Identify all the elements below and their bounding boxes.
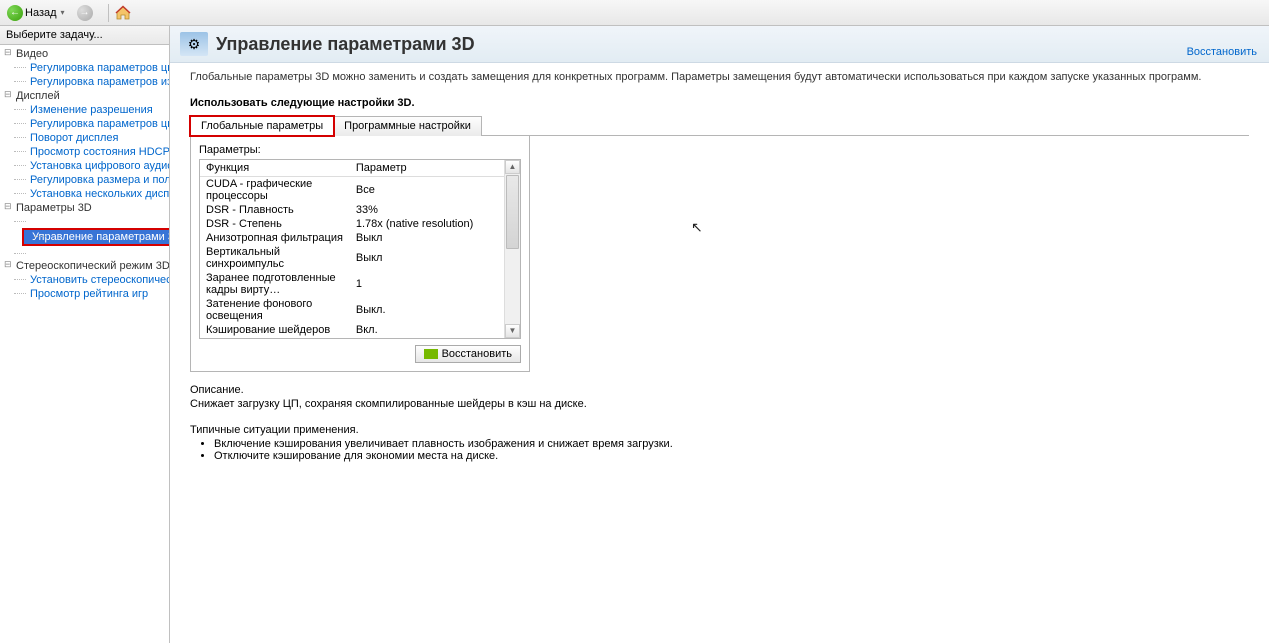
sidebar-header: Выберите задачу... xyxy=(0,26,169,45)
toolbar: ← Назад ▾ → xyxy=(0,0,1269,26)
forward-button[interactable]: → xyxy=(74,3,102,23)
tree-item[interactable]: Просмотр состояния HDCP xyxy=(4,145,169,159)
back-button[interactable]: ← Назад ▾ xyxy=(4,3,72,23)
settings-panel: Параметры: Функция Параметр CUDA - графи… xyxy=(190,136,530,372)
main-container: Выберите задачу... Видео Регулировка пар… xyxy=(0,26,1269,643)
table-row[interactable]: DSR - Плавность33% xyxy=(200,203,504,217)
nvidia-icon xyxy=(424,349,438,359)
cell-function: DSR - Степень xyxy=(200,217,350,231)
cell-parameter: 33% xyxy=(350,203,504,217)
cell-function: Анизотропная фильтрация xyxy=(200,231,350,245)
banner-icon: ⚙ xyxy=(180,32,208,56)
tree-item[interactable]: Настройка конфигур... xyxy=(4,247,169,259)
tree-item[interactable]: Установка цифрового аудио xyxy=(4,159,169,173)
nav-tree: Видео Регулировка параметров цвета для в… xyxy=(0,45,169,303)
table-row[interactable]: Заранее подготовленные кадры вирту…1 xyxy=(200,271,504,297)
list-item: Отключите кэширование для экономии места… xyxy=(214,450,1249,462)
usage-label: Типичные ситуации применения. xyxy=(190,424,1249,436)
table-row[interactable]: CUDA - графические процессорыВсе xyxy=(200,177,504,204)
cell-function: Заранее подготовленные кадры вирту… xyxy=(200,271,350,297)
cell-function: CUDA - графические процессоры xyxy=(200,177,350,204)
tree-item[interactable]: Установить стереоскопический режим 3 xyxy=(4,273,169,287)
scrollbar[interactable]: ▲ ▼ xyxy=(504,160,520,338)
tree-item[interactable]: Регулировка настроек изображения с пр xyxy=(4,215,169,227)
cell-parameter: Все xyxy=(350,177,504,204)
tree-item[interactable]: Регулировка размера и положения рабо xyxy=(4,173,169,187)
table-row[interactable]: Анизотропная фильтрацияВыкл xyxy=(200,231,504,245)
table-row[interactable]: Вертикальный синхроимпульсВыкл xyxy=(200,245,504,271)
cell-function: Максимальное количество заранее под… xyxy=(200,337,350,338)
description-label: Описание. xyxy=(190,384,1249,396)
highlight-box: Управление параметрами 3D xyxy=(22,228,169,246)
tree-item[interactable]: Поворот дисплея xyxy=(4,131,169,145)
home-icon[interactable] xyxy=(115,5,131,21)
col-parameter[interactable]: Параметр xyxy=(350,160,504,177)
dropdown-arrow-icon: ▾ xyxy=(61,8,65,17)
col-function[interactable]: Функция xyxy=(200,160,350,177)
table-row[interactable]: Кэширование шейдеровВкл. xyxy=(200,323,504,337)
cell-function: Затенение фонового освещения xyxy=(200,297,350,323)
tree-group-3d[interactable]: Параметры 3D xyxy=(4,201,169,215)
cell-parameter: Вкл. xyxy=(350,323,504,337)
section-heading: Использовать следующие настройки 3D. xyxy=(190,97,1249,109)
scroll-up-icon[interactable]: ▲ xyxy=(505,160,520,174)
scroll-down-icon[interactable]: ▼ xyxy=(505,324,520,338)
tree-item-selected[interactable]: Управление параметрами 3D xyxy=(24,230,170,244)
tree-item[interactable]: Просмотр рейтинга игр xyxy=(4,287,169,301)
params-grid: Функция Параметр CUDA - графические проц… xyxy=(199,159,521,339)
table-row[interactable]: Максимальное количество заранее под…Испо… xyxy=(200,337,504,338)
scroll-thumb[interactable] xyxy=(506,175,519,249)
content-pane: ⚙ Управление параметрами 3D Восстановить… xyxy=(170,26,1269,643)
tree-item[interactable]: Изменение разрешения xyxy=(4,103,169,117)
tree-item[interactable]: Регулировка параметров цвета для вид xyxy=(4,61,169,75)
toolbar-separator xyxy=(108,4,109,22)
tree-item[interactable]: Установка нескольких дисплеев xyxy=(4,187,169,201)
list-item: Включение кэширования увеличивает плавно… xyxy=(214,438,1249,450)
page-banner: ⚙ Управление параметрами 3D Восстановить xyxy=(170,26,1269,63)
cell-parameter: 1.78x (native resolution) xyxy=(350,217,504,231)
cell-function: Вертикальный синхроимпульс xyxy=(200,245,350,271)
cell-parameter: Использовать настройку 3D-приложения xyxy=(350,337,504,338)
page-description: Глобальные параметры 3D можно заменить и… xyxy=(190,71,1249,83)
tab-global[interactable]: Глобальные параметры xyxy=(190,116,334,136)
description-text: Снижает загрузку ЦП, сохраняя скомпилиро… xyxy=(190,398,1249,410)
forward-arrow-icon: → xyxy=(77,5,93,21)
tree-item[interactable]: Регулировка параметров цвета рабочег xyxy=(4,117,169,131)
cell-parameter: Выкл xyxy=(350,231,504,245)
tree-item[interactable]: Регулировка параметров изображения д xyxy=(4,75,169,89)
tree-group-display[interactable]: Дисплей xyxy=(4,89,169,103)
usage-list: Включение кэширования увеличивает плавно… xyxy=(190,438,1249,462)
cell-parameter: Выкл. xyxy=(350,297,504,323)
cell-function: Кэширование шейдеров xyxy=(200,323,350,337)
back-arrow-icon: ← xyxy=(7,5,23,21)
page-title: Управление параметрами 3D xyxy=(216,34,475,55)
back-label: Назад xyxy=(25,7,57,19)
tree-group-stereo[interactable]: Стереоскопический режим 3D xyxy=(4,259,169,273)
restore-button[interactable]: Восстановить xyxy=(415,345,521,363)
params-label: Параметры: xyxy=(199,144,521,156)
restore-button-label: Восстановить xyxy=(442,348,512,360)
table-row[interactable]: DSR - Степень1.78x (native resolution) xyxy=(200,217,504,231)
tab-program[interactable]: Программные настройки xyxy=(333,116,482,136)
table-row[interactable]: Затенение фонового освещенияВыкл. xyxy=(200,297,504,323)
tree-group-video[interactable]: Видео xyxy=(4,47,169,61)
restore-defaults-link[interactable]: Восстановить xyxy=(1187,46,1257,58)
params-table[interactable]: Функция Параметр CUDA - графические проц… xyxy=(200,160,504,338)
cell-parameter: 1 xyxy=(350,271,504,297)
cell-parameter: Выкл xyxy=(350,245,504,271)
sidebar: Выберите задачу... Видео Регулировка пар… xyxy=(0,26,170,643)
cell-function: DSR - Плавность xyxy=(200,203,350,217)
tab-bar: Глобальные параметры Программные настрой… xyxy=(190,115,1249,136)
